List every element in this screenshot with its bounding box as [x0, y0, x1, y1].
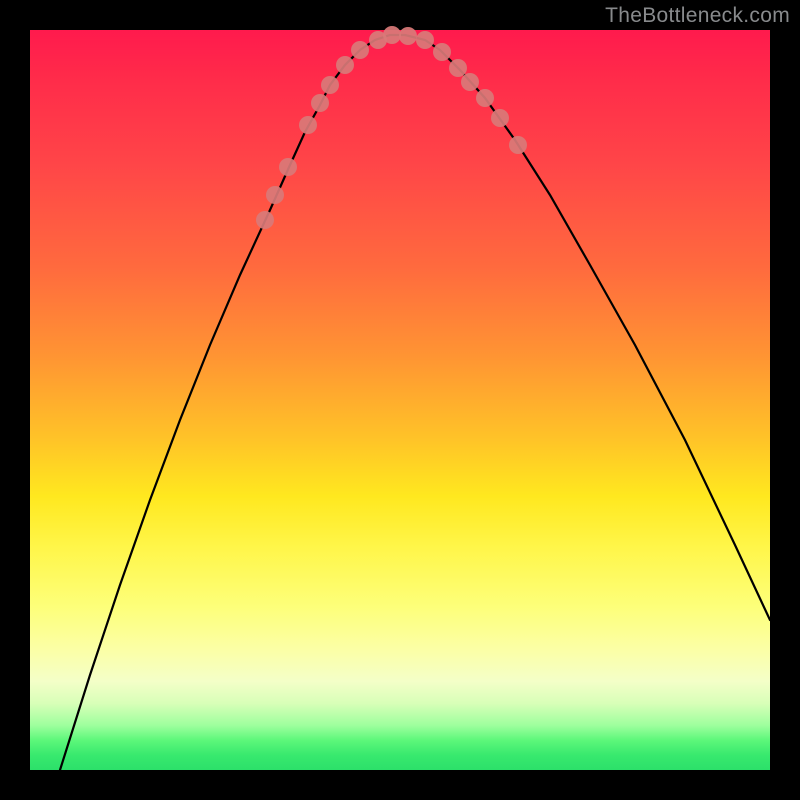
- curve-marker: [256, 211, 274, 229]
- curve-marker: [509, 136, 527, 154]
- curve-marker: [321, 76, 339, 94]
- curve-markers: [256, 26, 527, 229]
- curve-marker: [416, 31, 434, 49]
- watermark-text: TheBottleneck.com: [605, 4, 790, 28]
- curve-marker: [433, 43, 451, 61]
- curve-marker: [336, 56, 354, 74]
- curve-marker: [491, 109, 509, 127]
- curve-marker: [399, 27, 417, 45]
- bottleneck-curve: [30, 30, 770, 770]
- chart-frame: TheBottleneck.com: [0, 0, 800, 800]
- curve-marker: [383, 26, 401, 44]
- curve-marker: [461, 73, 479, 91]
- curve-marker: [351, 41, 369, 59]
- curve-marker: [449, 59, 467, 77]
- curve-marker: [299, 116, 317, 134]
- curve-marker: [311, 94, 329, 112]
- plot-area: [30, 30, 770, 770]
- curve-line: [60, 35, 770, 770]
- curve-marker: [279, 158, 297, 176]
- curve-marker: [476, 89, 494, 107]
- curve-marker: [266, 186, 284, 204]
